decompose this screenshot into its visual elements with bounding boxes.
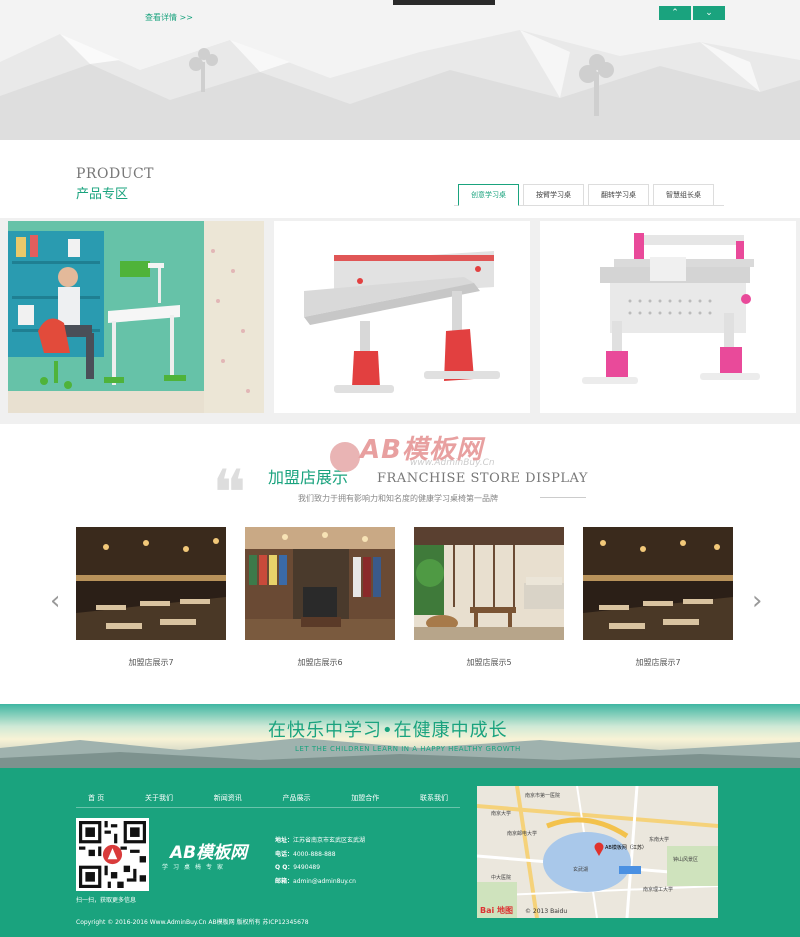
tab-smart-desk[interactable]: 智慧组长桌 <box>653 184 714 206</box>
qr-caption: 扫一扫，获取更多信息 <box>76 897 137 904</box>
copyright: Copyright © 2016-2016 Www.AdminBuy.Cn AB… <box>76 919 309 926</box>
map-label: 南京理工大学 <box>643 887 674 893</box>
map-marker-label: AB模板网（江苏） <box>605 845 647 851</box>
store-photo-4[interactable] <box>583 527 733 640</box>
map-label: 玄武湖 <box>573 867 589 873</box>
green-desk-photo <box>8 221 264 413</box>
tab-creative-desk[interactable]: 创意学习桌 <box>458 184 519 206</box>
franchise-subtitle: 我们致力于拥有影响力和知名度的健康学习桌椅第一品牌 <box>298 494 498 503</box>
contact-email: 邮箱：admin@admin8uy.cn <box>275 877 356 885</box>
mountain-illustration <box>0 30 800 140</box>
tab-arm-desk[interactable]: 按臂学习桌 <box>523 184 584 206</box>
footer-nav: 首 页 关于我们 新闻资讯 产品展示 加盟合作 联系我们 <box>76 793 460 803</box>
footer-logo: AB模板网 <box>170 843 248 863</box>
read-more-link[interactable]: 查看详情 >> <box>145 12 193 23</box>
clothing-store-photo <box>245 527 395 640</box>
chevron-up-icon[interactable]: ⌃ <box>659 6 691 20</box>
footer-nav-contact[interactable]: 联系我们 <box>420 793 448 803</box>
product-card-pink-desk[interactable] <box>540 221 796 413</box>
watermark-url: www.AdminBuy.Cn <box>410 458 495 468</box>
footer-nav-about[interactable]: 关于我们 <box>145 793 173 803</box>
store-photo-2[interactable] <box>245 527 395 640</box>
franchise-title-en: FRANCHISE STORE DISPLAY <box>377 471 588 486</box>
map-label: 南京市第一医院 <box>525 793 561 799</box>
footer-nav-products[interactable]: 产品展示 <box>282 793 310 803</box>
contact-phone: 电话：4000-888-888 <box>275 850 336 858</box>
map-label: 东南大学 <box>649 837 670 843</box>
tab-flip-desk[interactable]: 翻转学习桌 <box>588 184 649 206</box>
store-label-2[interactable]: 加盟店展示6 <box>245 657 395 668</box>
footer-nav-home[interactable]: 首 页 <box>88 793 104 803</box>
slogan-cn: 在快乐中学习•在健康中成长 <box>268 720 508 741</box>
footer-logo-subtitle: 学习桌椅专家 <box>162 864 229 871</box>
lounge-photo <box>414 527 564 640</box>
store-photo-1[interactable] <box>76 527 226 640</box>
product-section-title: PRODUCT 产品专区 <box>76 166 154 202</box>
map-brand: Bai 地图 <box>480 906 514 915</box>
product-title-en: PRODUCT <box>76 166 155 182</box>
store-label-4[interactable]: 加盟店展示7 <box>583 657 733 668</box>
footer-nav-divider <box>76 807 460 808</box>
footer-nav-news[interactable]: 新闻资讯 <box>214 793 242 803</box>
prev-arrow-icon[interactable]: ‹ <box>50 588 60 614</box>
next-arrow-icon[interactable]: › <box>752 588 762 614</box>
store-photo-3[interactable] <box>414 527 564 640</box>
product-title-cn: 产品专区 <box>76 187 129 202</box>
restaurant-photo <box>76 527 226 640</box>
hero-thumbnail <box>393 0 495 5</box>
pink-desk-photo <box>540 221 796 413</box>
hero-banner: 查看详情 >> ⌃ ⌄ <box>0 0 800 140</box>
quote-icon: ❝ <box>212 457 247 531</box>
map-label: 南京大学 <box>491 811 512 817</box>
hero-nav: ⌃ ⌄ <box>659 6 725 20</box>
restaurant-photo <box>583 527 733 640</box>
chevron-down-icon[interactable]: ⌄ <box>693 6 725 20</box>
red-desk-photo <box>274 221 530 413</box>
footer-nav-franchise[interactable]: 加盟合作 <box>351 793 379 803</box>
store-label-1[interactable]: 加盟店展示7 <box>76 657 226 668</box>
contact-address: 地址：江苏省南京市玄武区玄武湖 <box>275 837 366 844</box>
contact-qq: Q Q：9490489 <box>275 864 321 871</box>
map-label: 中大医院 <box>491 875 512 881</box>
product-card-green-desk[interactable] <box>8 221 264 413</box>
map-label: 南京邮电大学 <box>507 831 538 837</box>
qr-code-icon <box>79 821 146 888</box>
store-label-3[interactable]: 加盟店展示5 <box>414 657 564 668</box>
map-copyright: © 2013 Baidu <box>525 908 568 915</box>
subtitle-divider <box>540 497 586 498</box>
qr-code <box>76 818 149 891</box>
contact-info: 地址：江苏省南京市玄武区玄武湖 电话：4000-888-888 Q Q：9490… <box>275 834 365 888</box>
location-map[interactable]: 南京市第一医院 南京邮电大学 玄武湖 东南大学 钟山风景区 中大医院 南京理工大… <box>477 786 718 918</box>
map-illustration <box>477 786 718 918</box>
slogan-en: LET THE CHILDREN LEARN IN A HAPPY HEALTH… <box>295 745 521 753</box>
watermark-logo <box>330 442 360 472</box>
product-card-red-desk[interactable] <box>274 221 530 413</box>
product-tabs: 创意学习桌 按臂学习桌 翻转学习桌 智慧组长桌 <box>454 184 714 206</box>
map-label: 钟山风景区 <box>673 857 699 863</box>
